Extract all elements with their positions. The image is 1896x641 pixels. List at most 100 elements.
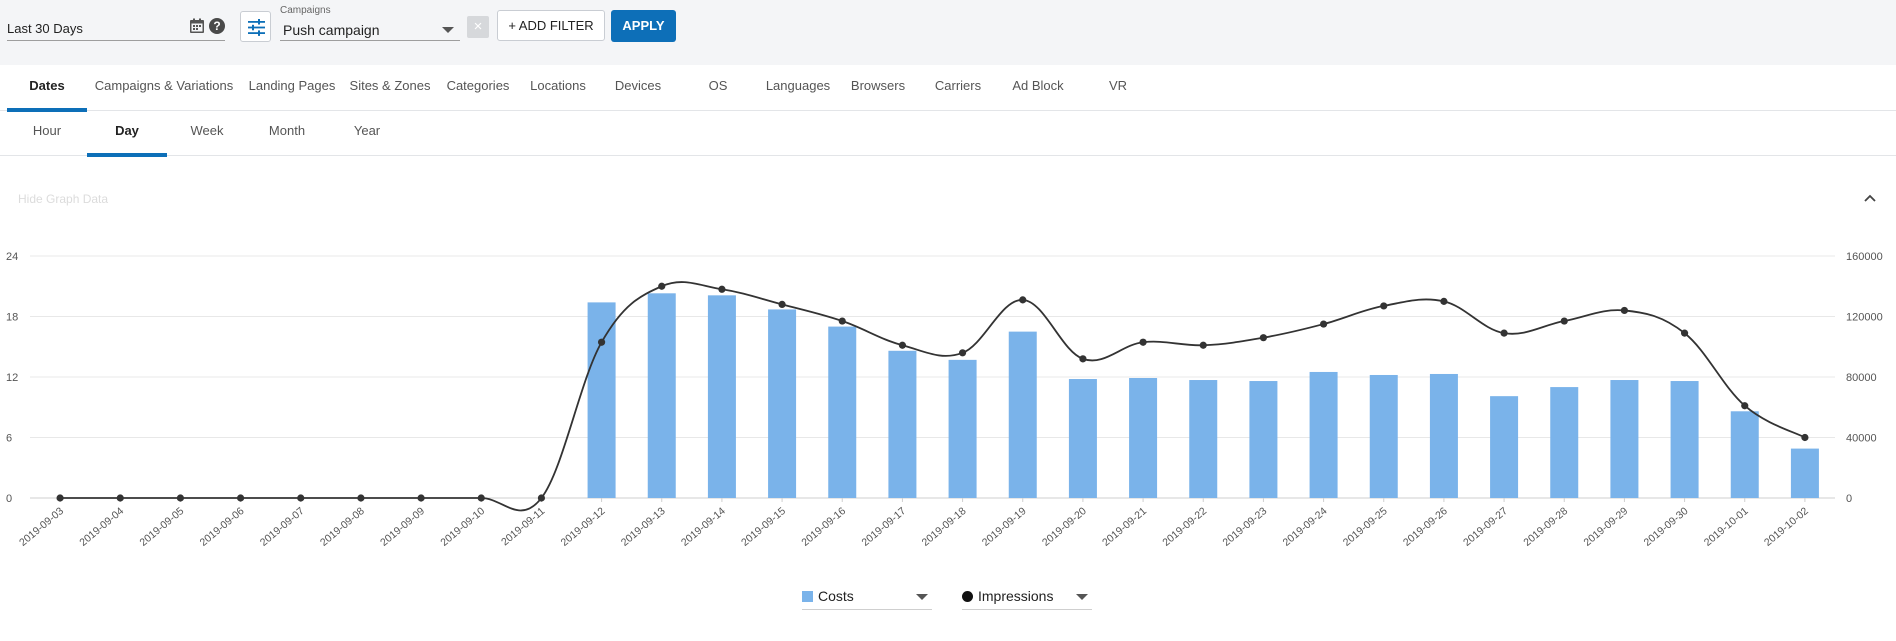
legend-costs-label: Costs — [818, 588, 854, 604]
impressions-point — [838, 317, 846, 325]
apply-button[interactable]: APPLY — [611, 10, 676, 42]
tab-categories[interactable]: Categories — [438, 65, 518, 111]
calendar-icon[interactable] — [189, 18, 205, 34]
x-tick-label: 2019-10-01 — [1702, 505, 1751, 549]
impressions-point — [1801, 433, 1809, 442]
x-tick-label: 2019-09-08 — [318, 505, 367, 549]
x-tick-label: 2019-09-13 — [619, 505, 668, 549]
impressions-point — [1741, 402, 1749, 410]
impressions-point — [1199, 341, 1207, 349]
x-tick-label: 2019-09-21 — [1100, 505, 1149, 549]
tab-dates[interactable]: Dates — [7, 65, 87, 112]
impressions-point — [1079, 355, 1087, 363]
impressions-point — [597, 338, 606, 346]
y-tick-label-left: 6 — [6, 433, 12, 445]
x-tick-label: 2019-09-28 — [1521, 505, 1570, 549]
chevron-down-icon — [1076, 594, 1088, 600]
x-tick-label: 2019-09-20 — [1040, 505, 1089, 549]
x-tick-label: 2019-09-03 — [17, 505, 66, 549]
y-tick-label-left: 12 — [6, 372, 18, 384]
x-tick-label: 2019-09-16 — [799, 505, 848, 549]
impressions-point — [1560, 317, 1568, 325]
filter-settings-button[interactable] — [240, 11, 271, 42]
tab-browsers[interactable]: Browsers — [840, 65, 916, 111]
tab-locations[interactable]: Locations — [520, 65, 596, 111]
costs-bar — [1369, 374, 1398, 498]
x-tick-label: 2019-09-17 — [859, 505, 908, 549]
impressions-point — [898, 341, 907, 349]
costs-bar — [1068, 379, 1097, 498]
clear-campaign-button[interactable]: × — [467, 16, 489, 38]
legend-impressions[interactable]: Impressions — [962, 580, 1092, 610]
impressions-point — [477, 494, 485, 502]
x-tick-label: 2019-09-12 — [559, 505, 608, 549]
y-tick-label-right: 40000 — [1846, 433, 1877, 445]
campaigns-value: Push campaign — [283, 22, 380, 38]
x-tick-label: 2019-09-09 — [378, 505, 427, 549]
impressions-point — [958, 349, 967, 357]
costs-bar — [948, 359, 977, 498]
impressions-point — [417, 494, 425, 502]
add-filter-button[interactable]: + ADD FILTER — [497, 10, 605, 41]
impressions-point — [116, 494, 124, 502]
impressions-point — [297, 494, 305, 502]
y-tick-label-right: 80000 — [1846, 372, 1877, 384]
impressions-point — [176, 494, 185, 502]
x-tick-label: 2019-09-07 — [258, 505, 307, 549]
impressions-point — [357, 494, 365, 502]
x-tick-label: 2019-09-27 — [1461, 505, 1510, 549]
tab-sites-zones[interactable]: Sites & Zones — [344, 65, 436, 111]
costs-impressions-chart: 0 6 12 18 24 0 40000 80000 120000 160000 2019-09-0… — [6, 251, 1883, 549]
hide-graph-toggle[interactable]: Hide Graph Data — [18, 192, 108, 206]
tab-hour[interactable]: Hour — [7, 111, 87, 156]
costs-bar — [1129, 378, 1158, 498]
legend-costs[interactable]: Costs — [802, 580, 932, 610]
tab-carriers[interactable]: Carriers — [920, 65, 996, 111]
tab-landing-pages[interactable]: Landing Pages — [242, 65, 342, 111]
legend-impressions-label: Impressions — [978, 588, 1054, 604]
x-tick-label: 2019-09-14 — [679, 505, 728, 549]
x-tick-label: 2019-09-23 — [1220, 505, 1269, 549]
costs-bar — [1309, 371, 1338, 498]
impressions-point — [1319, 320, 1328, 328]
impressions-point — [658, 282, 666, 290]
date-range-value: Last 30 Days — [7, 21, 83, 36]
x-tick-label: 2019-09-24 — [1281, 505, 1330, 549]
x-tick-label: 2019-09-04 — [77, 505, 126, 549]
costs-swatch — [802, 591, 813, 602]
campaigns-label: Campaigns — [280, 5, 331, 16]
campaigns-select[interactable]: Push campaign — [280, 19, 460, 41]
impressions-point — [1680, 329, 1689, 337]
x-tick-label: 2019-09-15 — [739, 505, 788, 549]
help-icon[interactable]: ? — [209, 18, 225, 34]
tab-week[interactable]: Week — [167, 111, 247, 156]
impressions-point — [1620, 306, 1629, 315]
x-tick-label: 2019-09-29 — [1581, 505, 1630, 549]
impressions-dot — [962, 591, 973, 602]
tab-ad-block[interactable]: Ad Block — [1000, 65, 1076, 111]
costs-bar — [587, 302, 616, 498]
costs-bar — [828, 326, 857, 498]
y-tick-label-left: 0 — [6, 493, 12, 505]
x-tick-label: 2019-09-18 — [920, 505, 969, 549]
costs-bar — [888, 350, 917, 498]
x-tick-label: 2019-09-30 — [1642, 505, 1691, 549]
chevron-up-icon[interactable] — [1862, 190, 1878, 206]
x-tick-label: 2019-09-11 — [499, 505, 547, 548]
y-tick-label-left: 18 — [6, 312, 18, 324]
tab-os[interactable]: OS — [680, 65, 756, 111]
x-tick-label: 2019-09-06 — [198, 505, 247, 549]
costs-bar — [1008, 331, 1037, 498]
sliders-icon — [248, 19, 265, 36]
tab-languages[interactable]: Languages — [760, 65, 836, 111]
tab-month[interactable]: Month — [247, 111, 327, 156]
impressions-point — [1500, 329, 1508, 337]
tab-year[interactable]: Year — [327, 111, 407, 156]
costs-bar — [647, 293, 676, 498]
impressions-point — [778, 300, 786, 308]
tab-vr[interactable]: VR — [1080, 65, 1156, 111]
x-tick-label: 2019-09-22 — [1160, 505, 1209, 549]
tab-campaigns-variations[interactable]: Campaigns & Variations — [90, 65, 238, 111]
tab-day[interactable]: Day — [87, 111, 167, 157]
tab-devices[interactable]: Devices — [600, 65, 676, 111]
